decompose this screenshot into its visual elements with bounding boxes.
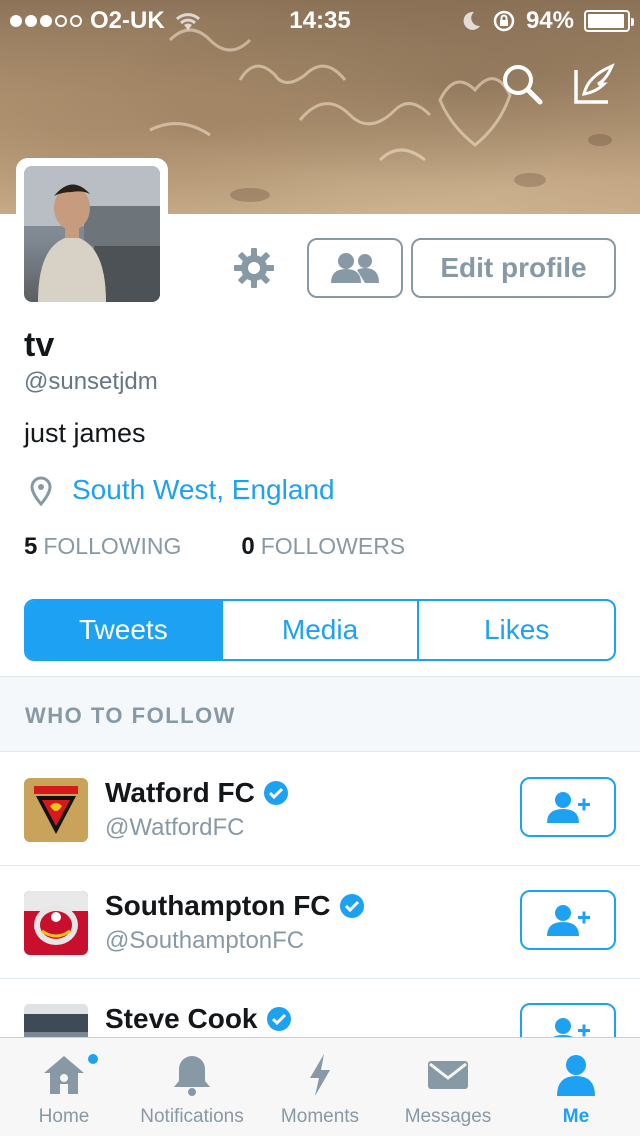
profile-location-link[interactable]: South West, England: [72, 474, 335, 506]
list-item[interactable]: Steve Cook: [0, 979, 640, 1037]
lists-button[interactable]: [307, 238, 403, 298]
add-user-icon: [547, 792, 590, 823]
envelope-icon: [428, 1061, 468, 1089]
lightning-icon: [310, 1054, 330, 1096]
moon-icon: [463, 11, 480, 30]
bottom-tab-bar: Home Notifications Moments Messages Me: [0, 1037, 640, 1136]
notification-dot: [86, 1052, 100, 1066]
tab-label: Home: [38, 1106, 90, 1127]
tab-label: Me: [562, 1106, 590, 1127]
battery-percent: 94%: [525, 7, 574, 34]
person-icon: [557, 1055, 595, 1096]
profile-avatar-frame[interactable]: [16, 158, 168, 310]
tab-likes[interactable]: Likes: [417, 601, 614, 659]
account-handle: @SouthamptonFC: [105, 927, 305, 954]
tab-label: Moments: [280, 1106, 360, 1127]
tab-home[interactable]: Home: [0, 1038, 128, 1136]
follow-button[interactable]: [520, 777, 616, 837]
tab-messages[interactable]: Messages: [384, 1038, 512, 1136]
follow-button[interactable]: [520, 890, 616, 950]
verified-badge-icon: [263, 781, 288, 805]
rotation-lock-icon: [493, 10, 515, 32]
avatar-photo: [24, 166, 160, 302]
status-bar: O2-UK 14:35 94%: [0, 0, 640, 40]
profile-stats: 5 FOLLOWING 0 FOLLOWERS: [24, 533, 405, 561]
tab-tweets[interactable]: Tweets: [26, 601, 221, 659]
following-label: FOLLOWING: [43, 533, 182, 559]
tab-me[interactable]: Me: [512, 1038, 640, 1136]
bell-icon: [174, 1056, 210, 1096]
edit-profile-button[interactable]: Edit profile: [411, 238, 616, 298]
list-item[interactable]: Southampton FC @SouthamptonFC: [0, 866, 640, 979]
account-name[interactable]: Steve Cook: [105, 1003, 258, 1035]
battery-icon: [584, 10, 634, 32]
profile-bio: just james: [24, 418, 146, 448]
following-stat[interactable]: 5 FOLLOWING: [24, 533, 181, 561]
compose-tweet-icon[interactable]: [570, 60, 618, 108]
verified-badge-icon: [266, 1007, 291, 1031]
who-to-follow-header: WHO TO FOLLOW: [0, 676, 640, 752]
followers-count: 0: [241, 533, 255, 560]
account-name[interactable]: Southampton FC: [105, 890, 331, 922]
steve-cook-avatar: [24, 1004, 88, 1037]
account-name[interactable]: Watford FC: [105, 777, 255, 809]
location-pin-icon: [30, 476, 52, 506]
southampton-fc-logo: [24, 891, 88, 955]
tab-label: Messages: [404, 1106, 492, 1127]
followers-stat[interactable]: 0 FOLLOWERS: [241, 533, 405, 561]
verified-badge-icon: [339, 894, 364, 918]
avatar[interactable]: [24, 166, 160, 302]
people-icon: [331, 253, 379, 283]
tab-label: Notifications: [140, 1106, 244, 1127]
add-user-icon: [553, 1018, 590, 1037]
tab-media[interactable]: Media: [220, 601, 418, 659]
followers-label: FOLLOWERS: [260, 533, 406, 559]
tab-notifications[interactable]: Notifications: [128, 1038, 256, 1136]
profile-handle: @sunsetjdm: [24, 368, 158, 395]
add-user-icon: [547, 905, 590, 936]
profile-tabs: Tweets Media Likes: [24, 599, 616, 661]
home-icon: [44, 1056, 84, 1094]
settings-gear-icon[interactable]: [232, 246, 276, 290]
following-count: 5: [24, 533, 38, 560]
account-handle: @WatfordFC: [105, 814, 245, 841]
tab-moments[interactable]: Moments: [256, 1038, 384, 1136]
list-item[interactable]: Watford FC @WatfordFC: [0, 753, 640, 866]
follow-button[interactable]: [520, 1003, 616, 1037]
watford-fc-logo: [24, 778, 88, 842]
search-icon[interactable]: [498, 60, 546, 108]
profile-name: tv: [24, 326, 55, 364]
